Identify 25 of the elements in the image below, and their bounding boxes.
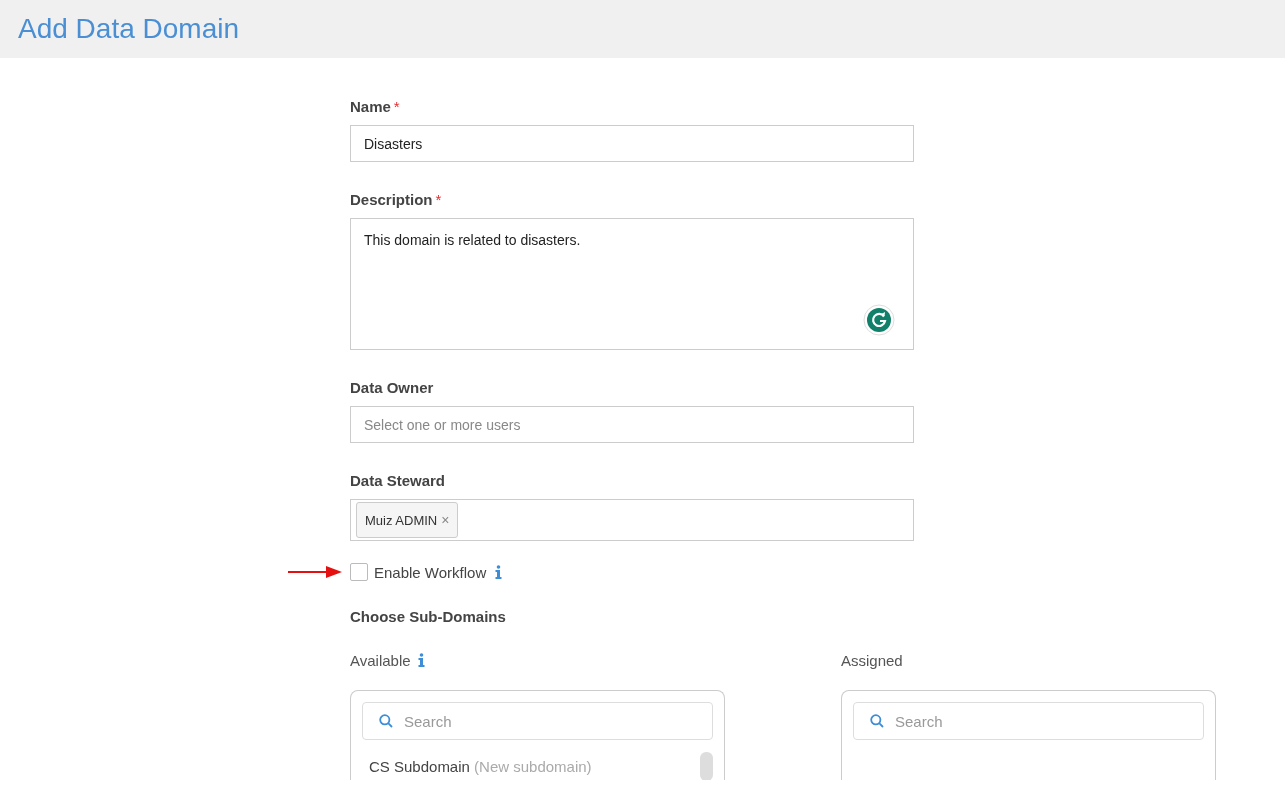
- list-item[interactable]: CS Subdomain (New subdomain): [362, 740, 592, 775]
- list-label: Available: [350, 651, 411, 669]
- grammar-assistant-icon[interactable]: [863, 304, 895, 336]
- list-label: Assigned: [841, 651, 903, 669]
- field-label: Data Owner: [350, 378, 434, 396]
- page-title: Add Data Domain: [18, 13, 239, 45]
- info-icon[interactable]: [495, 565, 503, 579]
- required-mark: *: [393, 97, 400, 115]
- search-icon: [870, 714, 884, 728]
- checkbox[interactable]: [350, 563, 368, 581]
- info-icon[interactable]: [417, 653, 425, 667]
- scrollbar[interactable]: [700, 752, 713, 780]
- field-label: Data Steward: [350, 471, 446, 489]
- arrow-drawing: [288, 566, 342, 578]
- chip-label: Muiz ADMIN: [365, 512, 438, 528]
- user-select-field[interactable]: Select one or more users: [350, 406, 914, 443]
- field-label: Name: [350, 97, 391, 115]
- user-select-field[interactable]: Muiz ADMIN ×: [350, 499, 914, 541]
- required-mark: *: [435, 190, 442, 208]
- search-icon: [379, 714, 393, 728]
- field-label: Description: [350, 190, 433, 208]
- input-field[interactable]: Disasters: [350, 125, 914, 162]
- checkbox-label: Enable Workflow: [374, 563, 487, 581]
- text-area[interactable]: This domain is related to disasters.: [350, 218, 914, 350]
- section-title: Choose Sub-Domains: [350, 608, 507, 625]
